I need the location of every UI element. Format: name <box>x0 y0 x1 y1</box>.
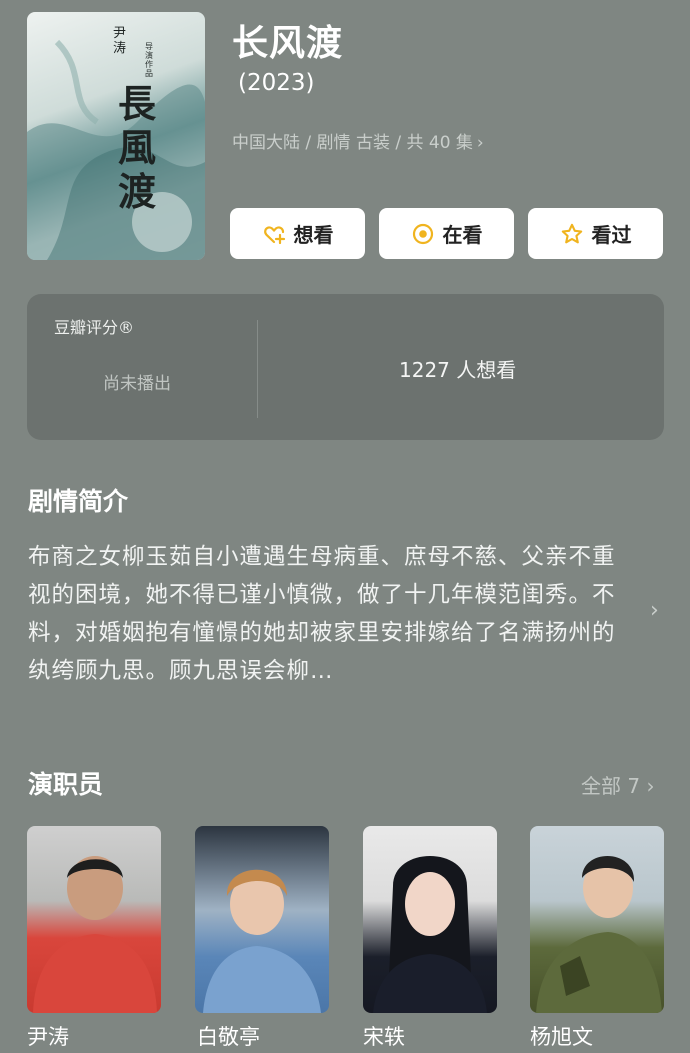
want-to-watch-button[interactable]: 想看 <box>230 208 365 259</box>
watching-button[interactable]: 在看 <box>379 208 514 259</box>
meta-info-text: 中国大陆 / 剧情 古装 / 共 40 集 <box>232 133 473 153</box>
cast-photo[interactable] <box>530 826 664 1013</box>
person-photo <box>33 856 157 1013</box>
rating-status: 尚未播出 <box>103 374 171 394</box>
meta-info-link[interactable]: 中国大陆 / 剧情 古装 / 共 40 集 › <box>232 128 484 153</box>
synopsis-text[interactable]: 布商之女柳玉茹自小遭遇生母病重、庶母不慈、父亲不重视的困境，她不得已谨小慎微，做… <box>28 538 628 690</box>
page-title: 长风渡 <box>232 23 344 64</box>
want-to-watch-label: 想看 <box>293 223 334 247</box>
star-icon <box>560 222 584 246</box>
poster-title-calligraphy: 長風渡 <box>117 81 156 214</box>
poster-image[interactable]: 尹涛 导演作品 長風渡 <box>27 12 205 260</box>
rating-card: 豆瓣评分® 尚未播出 1227 人想看 <box>27 294 664 440</box>
cast-view-all-link[interactable]: 全部 7 › <box>581 770 654 799</box>
rating-divider <box>257 320 258 418</box>
wish-count: 1227 人想看 <box>399 358 517 382</box>
person-photo <box>536 855 662 1013</box>
poster-director-text: 尹涛 <box>113 26 127 56</box>
cast-photo[interactable] <box>195 826 329 1013</box>
watching-label: 在看 <box>442 223 483 247</box>
douban-rating-label: 豆瓣评分® <box>54 318 135 337</box>
synopsis-heading: 剧情简介 <box>28 487 129 516</box>
cast-name[interactable]: 宋轶 <box>363 1021 405 1051</box>
target-circle-icon <box>411 222 435 246</box>
chevron-right-icon: › <box>476 133 484 153</box>
watched-label: 看过 <box>591 223 632 247</box>
cast-name[interactable]: 尹涛 <box>27 1021 69 1051</box>
cast-photo[interactable] <box>27 826 161 1013</box>
poster-subtitle-text: 导演作品 <box>145 42 153 78</box>
cast-photo[interactable] <box>363 826 497 1013</box>
cast-name[interactable]: 杨旭文 <box>530 1021 593 1051</box>
cast-name[interactable]: 白敬亭 <box>197 1021 260 1051</box>
person-photo <box>373 856 487 1013</box>
person-photo <box>203 869 321 1013</box>
release-year: (2023) <box>238 70 315 96</box>
chevron-right-icon[interactable]: › <box>650 598 659 623</box>
cast-heading: 演职员 <box>28 770 104 799</box>
watched-button[interactable]: 看过 <box>528 208 663 259</box>
heart-plus-icon <box>262 222 286 246</box>
